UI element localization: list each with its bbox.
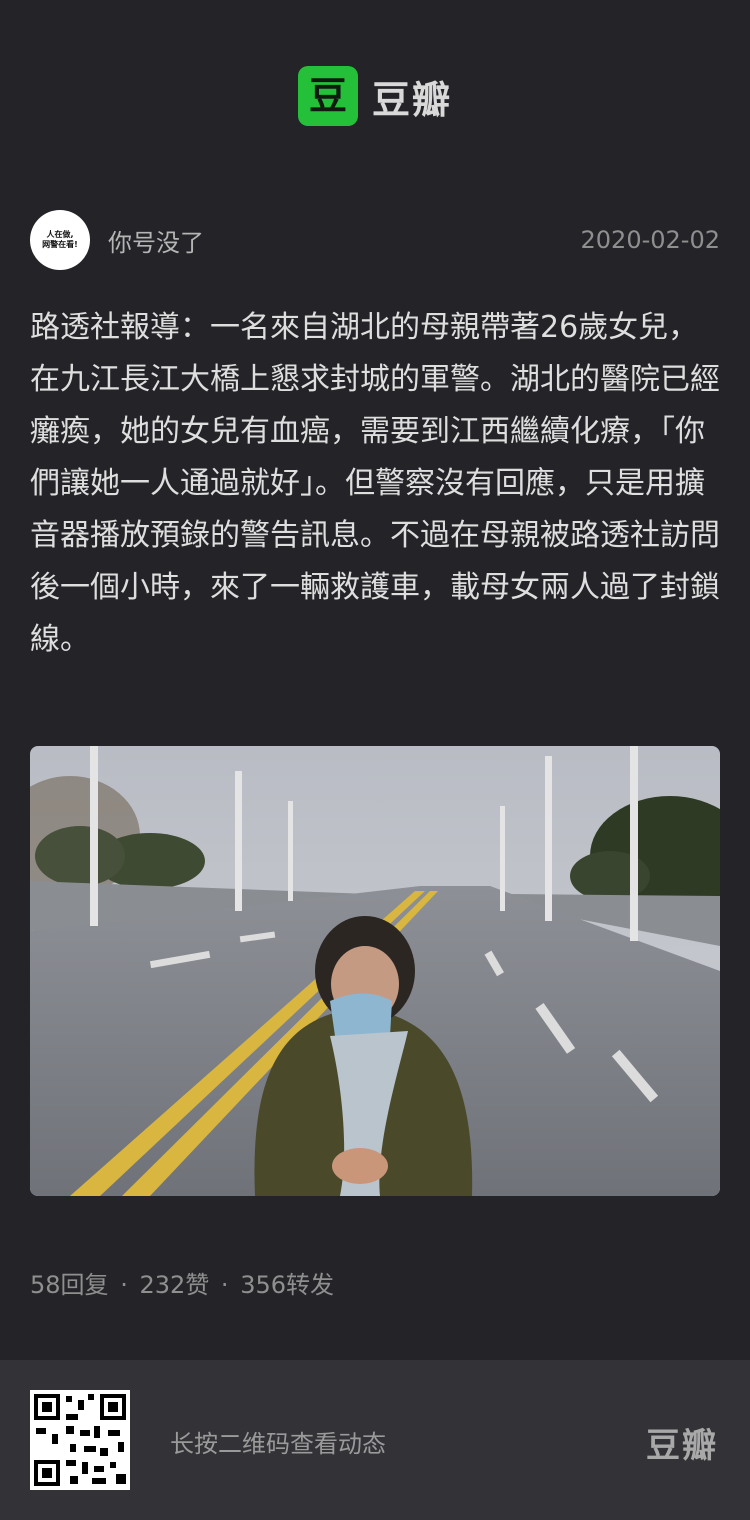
app-name: 豆瓣 (371, 77, 452, 122)
author-name[interactable]: 你号没了 (108, 223, 204, 258)
avatar-text-line2: 网警在看! (42, 240, 78, 249)
share-footer: 长按二维码查看动态 豆瓣 (0, 1360, 750, 1520)
reposts-count[interactable]: 356转发 (240, 1271, 334, 1299)
replies-count[interactable]: 58回复 (30, 1271, 109, 1299)
likes-count[interactable]: 232赞 (139, 1271, 209, 1299)
qr-pattern (34, 1394, 126, 1486)
qr-code-icon[interactable] (30, 1390, 130, 1490)
photo-illustration (30, 746, 720, 1196)
logo-glyph: 豆 (308, 74, 347, 118)
footer-logo: 豆瓣 (646, 1426, 718, 1466)
app-header: 豆 豆瓣 (0, 66, 750, 126)
author-row: 人在做, 网警在看! 你号没了 2020-02-02 (30, 210, 720, 270)
douban-logo-icon: 豆 (297, 66, 358, 126)
post-stats: 58回复 · 232赞 · 356转发 (30, 1265, 338, 1300)
footer-hint: 长按二维码查看动态 (170, 1430, 386, 1458)
stats-separator: · (120, 1271, 128, 1299)
avatar-text-line1: 人在做, (46, 230, 74, 240)
post-photo[interactable] (30, 746, 720, 1196)
stats-separator: · (220, 1271, 229, 1299)
post-date: 2020-02-02 (580, 226, 720, 254)
post-text: 路透社報導：一名來自湖北的母親帶著26歲女兒，在九江長江大橋上懇求封城的軍警。湖… (30, 310, 720, 657)
avatar[interactable]: 人在做, 网警在看! (30, 210, 90, 270)
